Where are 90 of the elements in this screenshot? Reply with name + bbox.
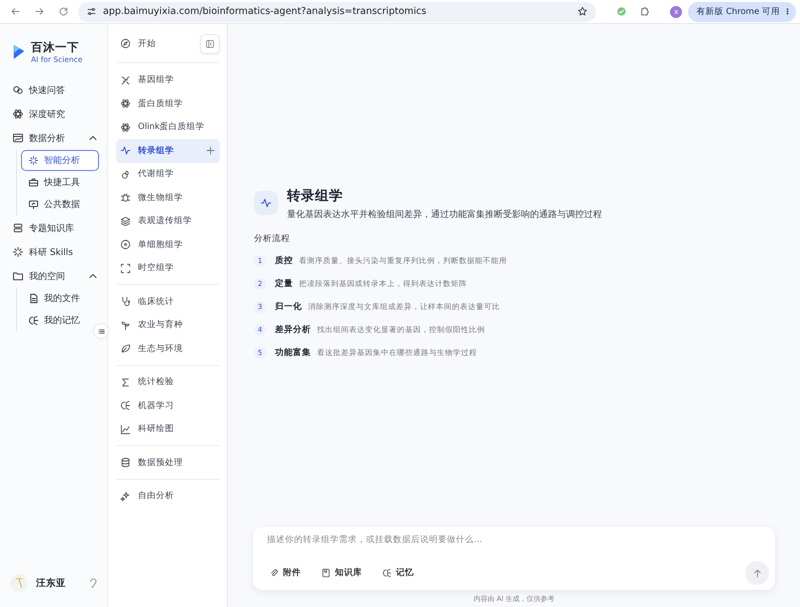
chart-icon [12, 132, 24, 144]
frame-icon [120, 262, 131, 274]
update-button[interactable]: 有新版 Chrome 可用 [688, 2, 796, 22]
puzzle-icon [639, 6, 650, 17]
toolbox-icon [28, 177, 39, 188]
site-settings-icon [86, 6, 97, 17]
pulse-icon [120, 145, 131, 156]
logo-icon [12, 43, 26, 61]
sparkle-icon [12, 246, 24, 258]
target-icon [120, 239, 131, 250]
leaf-icon [120, 343, 131, 354]
composer-tool-button[interactable]: 附件 [267, 565, 303, 581]
stack-icon [12, 222, 24, 234]
presentation-icon [28, 199, 39, 210]
address-bar[interactable]: app.baimuyixia.com/bioinformatics-agent?analysis=transcriptomics [78, 2, 596, 22]
step-title: 定量 [275, 278, 293, 290]
chat-icon [12, 84, 24, 96]
arrow-up-icon [752, 568, 762, 578]
database-icon [120, 457, 131, 468]
sidebar-subitem[interactable]: 快捷工具 [21, 172, 99, 193]
plus-icon [205, 145, 216, 156]
folder-icon [12, 270, 24, 282]
back-icon[interactable] [10, 6, 20, 17]
nav-item[interactable]: Olink蛋白质组学 [116, 116, 220, 139]
sidebar-subitem[interactable]: 我的记忆 [21, 310, 99, 331]
url-text: app.baimuyixia.com/bioinformatics-agent?analysis=transcriptomics [103, 6, 428, 17]
sprout-icon [120, 320, 131, 331]
sidebar-subitem[interactable]: 智能分析 [21, 150, 99, 171]
step-title: 功能富集 [275, 346, 311, 358]
sidebar-item[interactable]: 快速问答 [10, 78, 99, 102]
line-chart-icon [120, 424, 131, 435]
nav-item[interactable]: 单细胞组学 [116, 233, 220, 256]
nav-item[interactable]: 自由分析 [116, 484, 220, 508]
compass-icon [120, 38, 131, 50]
nav-item[interactable]: 转录组学 [116, 139, 220, 162]
sidebar-subitem[interactable]: 我的文件 [21, 288, 99, 309]
nav-item[interactable]: 统计检验 [116, 370, 220, 394]
atom-icon [120, 98, 131, 110]
drops-icon [120, 168, 131, 180]
atom-icon [12, 108, 24, 120]
nav-item[interactable]: 时空组学 [116, 256, 220, 280]
collapse-panel-button[interactable] [200, 34, 220, 54]
sidebar-subitem[interactable]: 公共数据 [21, 194, 99, 215]
composer-tool-button[interactable]: 记忆 [380, 565, 416, 581]
send-button[interactable] [745, 561, 769, 585]
bug-icon [120, 192, 131, 204]
nav-item[interactable]: 基因组学 [116, 68, 220, 92]
nav-item[interactable]: 微生物组学 [116, 186, 220, 210]
sparkles-icon [120, 490, 131, 502]
reload-icon[interactable] [58, 6, 68, 17]
collapse-button[interactable] [94, 324, 108, 338]
document-icon [28, 293, 39, 304]
page-subtitle: 量化基因表达水平并检验组间差异，通过功能富集推断受影响的通路与调控过程 [287, 209, 602, 221]
composer-tool-button[interactable]: 知识库 [319, 565, 364, 581]
sidebar-item[interactable]: 数据分析 [10, 126, 99, 150]
bookmark-star-icon [577, 6, 588, 17]
message-input[interactable]: 描述你的转录组学需求，或挂载数据后说明要做什么... [267, 533, 769, 547]
step-title: 差异分析 [275, 324, 311, 336]
sidebar-item[interactable]: 我的空间 [10, 264, 99, 288]
extension-icon[interactable] [616, 6, 628, 17]
panel-icon [205, 38, 215, 49]
sidebar-item[interactable]: 专题知识库 [10, 216, 99, 240]
book-icon [321, 568, 331, 578]
sigma-icon [120, 376, 131, 388]
nav-item[interactable]: 开始 [116, 32, 200, 56]
nav-item[interactable]: 表观遗传组学 [116, 210, 220, 233]
step-title: 质控 [275, 254, 293, 266]
atom-icon [120, 122, 131, 133]
nav-item[interactable]: 临床统计 [116, 290, 220, 314]
nav-item[interactable]: 机器学习 [116, 394, 220, 418]
forward-icon[interactable] [34, 6, 44, 17]
step-title: 归一化 [275, 300, 302, 312]
sidebar-item[interactable]: 深度研究 [10, 102, 99, 126]
pulse-icon [260, 197, 272, 209]
section-label: 分析流程 [254, 233, 291, 245]
list-icon [96, 326, 106, 336]
user-name: 汪东亚 [36, 576, 67, 590]
nav-item[interactable]: 蛋白质组学 [116, 92, 220, 116]
nav-item[interactable]: 农业与育种 [116, 314, 220, 337]
layers-icon [120, 216, 131, 227]
page-title: 转录组学 [287, 187, 344, 205]
nav-item[interactable]: 科研绘图 [116, 418, 220, 441]
nav-item[interactable]: 数据预处理 [116, 451, 220, 474]
nav-item[interactable]: 生态与环境 [116, 337, 220, 360]
brand-name: 百沐一下 [31, 40, 80, 55]
stethoscope-icon [120, 296, 131, 308]
paperclip-icon [269, 568, 279, 578]
nav-item[interactable]: 代谢组学 [116, 162, 220, 186]
sidebar-item[interactable]: 科研 Skills [10, 240, 99, 264]
sparkle-icon [28, 155, 39, 166]
